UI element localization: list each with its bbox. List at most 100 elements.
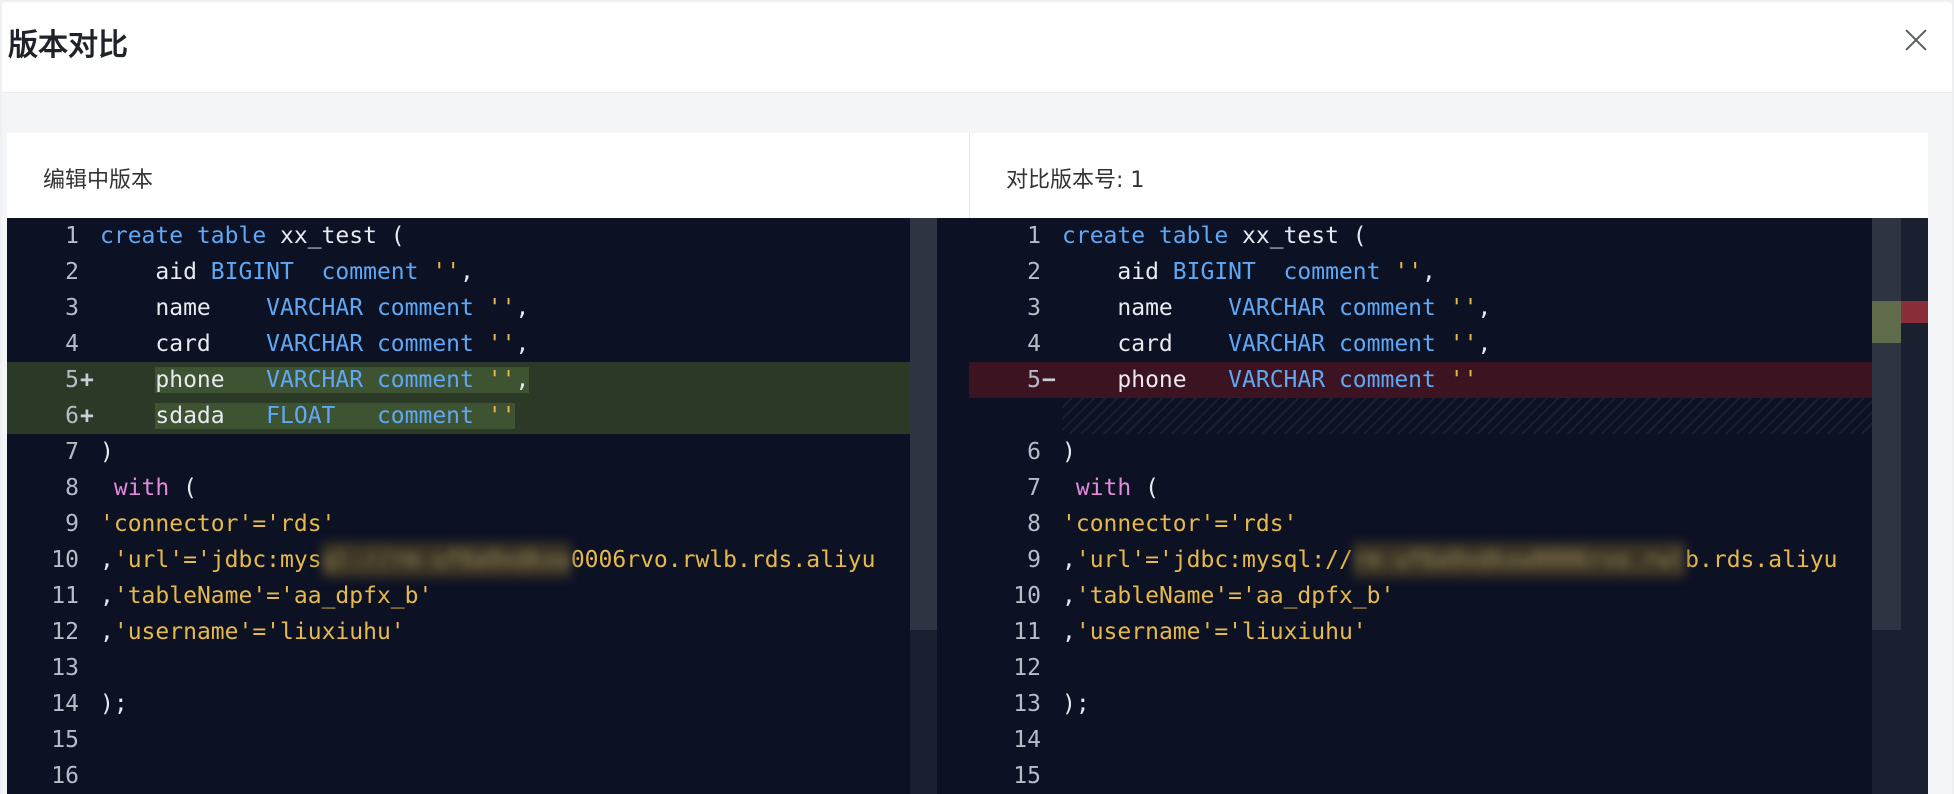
- code-line: 1 create table xx_test (: [969, 218, 1872, 254]
- code-token: );: [1062, 691, 1090, 717]
- added-marker-icon: +: [80, 367, 94, 393]
- code-line: 11 ,'tableName'='aa_dpfx_b': [7, 578, 910, 614]
- code-token: ,: [1477, 295, 1492, 321]
- code-text: name VARCHAR comment '',: [100, 290, 529, 326]
- code-line: 6): [969, 434, 1872, 470]
- added-text-highlight: phone VARCHAR comment '',: [155, 367, 530, 393]
- line-number: 12: [1013, 655, 1041, 681]
- code-line: 4 card VARCHAR comment '',: [7, 326, 910, 362]
- code-text: phone VARCHAR comment '': [1062, 362, 1477, 398]
- code-token: 'username'='liuxiuhu': [1075, 619, 1367, 645]
- line-number: 15: [51, 727, 79, 753]
- code-token: ): [100, 439, 114, 465]
- code-text: create table xx_test (: [100, 218, 405, 254]
- code-token: BIGINT comment: [210, 259, 419, 285]
- line-number: 7: [1027, 475, 1041, 501]
- close-icon[interactable]: [1900, 24, 1932, 56]
- code-token: FLOAT comment: [266, 403, 474, 429]
- code-token: ,: [515, 367, 530, 393]
- left-vertical-scrollbar[interactable]: [910, 218, 937, 794]
- code-text: card VARCHAR comment '',: [100, 326, 529, 362]
- added-marker-icon: +: [80, 403, 94, 429]
- code-line: 5− phone VARCHAR comment '': [969, 362, 1872, 398]
- line-number: 7: [65, 439, 79, 465]
- code-line: [969, 398, 1872, 434]
- line-number: 10: [51, 547, 79, 573]
- code-text: ): [1062, 434, 1076, 470]
- code-token: with: [1062, 475, 1132, 501]
- code-line: 3 name VARCHAR comment '',: [969, 290, 1872, 326]
- code-line: 14: [969, 722, 1872, 758]
- code-line: 11 ,'username'='liuxiuhu': [969, 614, 1872, 650]
- code-line: 5 + phone VARCHAR comment '',: [7, 362, 910, 398]
- removed-marker-icon: −: [1042, 367, 1056, 393]
- line-number: 6: [65, 403, 79, 429]
- code-token: create table: [100, 223, 267, 249]
- version-compare-modal: 版本对比 编辑中版本 对比版本号: 1 1 create table xx_tes…: [2, 2, 1952, 794]
- code-token: ,: [1477, 331, 1492, 357]
- code-line: 8 'connector'='rds': [969, 506, 1872, 542]
- code-token: ,: [460, 259, 474, 285]
- right-vertical-scrollbar[interactable]: [1872, 218, 1928, 794]
- code-token: ql://rm-uf6a9xdkxw: [321, 542, 571, 578]
- code-line: 14);: [7, 686, 910, 722]
- code-token: ,: [515, 295, 530, 321]
- code-text: );: [1062, 686, 1090, 722]
- left-code-editor[interactable]: 1 create table xx_test (2 aid BIGINT comm…: [7, 218, 969, 794]
- code-token: 'connector'='rds': [1062, 511, 1298, 537]
- line-number: 14: [51, 691, 79, 717]
- added-text-highlight: sdada FLOAT comment '': [155, 403, 516, 429]
- code-token: '': [418, 259, 461, 285]
- code-token: card: [100, 331, 267, 357]
- code-token: '': [1380, 259, 1423, 285]
- code-token: '': [1435, 295, 1478, 321]
- line-number: 4: [65, 331, 79, 357]
- right-code-editor[interactable]: 1 create table xx_test (2 aid BIGINT comm…: [969, 218, 1928, 794]
- code-token: 0006rvo.rwlb.rds.aliyu: [570, 547, 876, 573]
- code-text: 'connector'='rds': [100, 506, 335, 542]
- code-token: 'tableName'='aa_dpfx_b': [1075, 583, 1395, 609]
- code-token: card: [1062, 331, 1229, 357]
- line-number: 3: [65, 295, 79, 321]
- line-number: 16: [51, 763, 79, 789]
- line-number: 11: [51, 583, 79, 609]
- code-token: xx_test (: [1228, 223, 1367, 249]
- code-token: '': [473, 367, 516, 393]
- code-token: '': [473, 331, 516, 357]
- code-text: ,'tableName'='aa_dpfx_b': [100, 578, 432, 614]
- code-line: 7): [7, 434, 910, 470]
- diff-placeholder-hatch: [1062, 398, 1872, 434]
- code-token: xx_test (: [266, 223, 405, 249]
- code-token: VARCHAR comment: [1228, 331, 1436, 357]
- code-line: 15: [969, 758, 1872, 794]
- code-token: create table: [1062, 223, 1229, 249]
- code-text: with (: [100, 470, 197, 506]
- code-token: (: [169, 475, 197, 501]
- code-token: VARCHAR comment: [1228, 367, 1436, 393]
- code-line: 2 aid BIGINT comment '',: [7, 254, 910, 290]
- line-number: 2: [1027, 259, 1041, 285]
- overview-removed-marker: [1901, 301, 1928, 323]
- code-token: 'tableName'='aa_dpfx_b': [113, 583, 433, 609]
- code-text: aid BIGINT comment '',: [100, 254, 474, 290]
- right-scroll-thumb[interactable]: [1872, 218, 1901, 630]
- left-pane-header: 编辑中版本: [7, 133, 970, 218]
- code-line: 10 ,'url'='jdbc:mysql://rm-uf6a9xdkxw0006…: [7, 542, 910, 578]
- code-token: VARCHAR comment: [266, 331, 474, 357]
- code-token: phone: [155, 367, 267, 393]
- line-number: 3: [1027, 295, 1041, 321]
- code-token: aid: [1062, 259, 1173, 285]
- code-line: 4 card VARCHAR comment '',: [969, 326, 1872, 362]
- code-text: with (: [1062, 470, 1159, 506]
- code-token: aid: [100, 259, 211, 285]
- code-token: name: [100, 295, 267, 321]
- left-scroll-thumb[interactable]: [910, 218, 937, 630]
- overview-added-marker: [1872, 301, 1901, 343]
- code-token: rm-uf6a9xdkxw0006rvo.rwl: [1352, 542, 1686, 578]
- code-token: ,: [100, 583, 114, 609]
- code-token: );: [100, 691, 128, 717]
- modal-body: 编辑中版本 对比版本号: 1 1 create table xx_test (2 …: [2, 93, 1952, 794]
- code-line: 9 'connector'='rds': [7, 506, 910, 542]
- code-token: '': [1435, 331, 1478, 357]
- code-token: 'connector'='rds': [100, 511, 336, 537]
